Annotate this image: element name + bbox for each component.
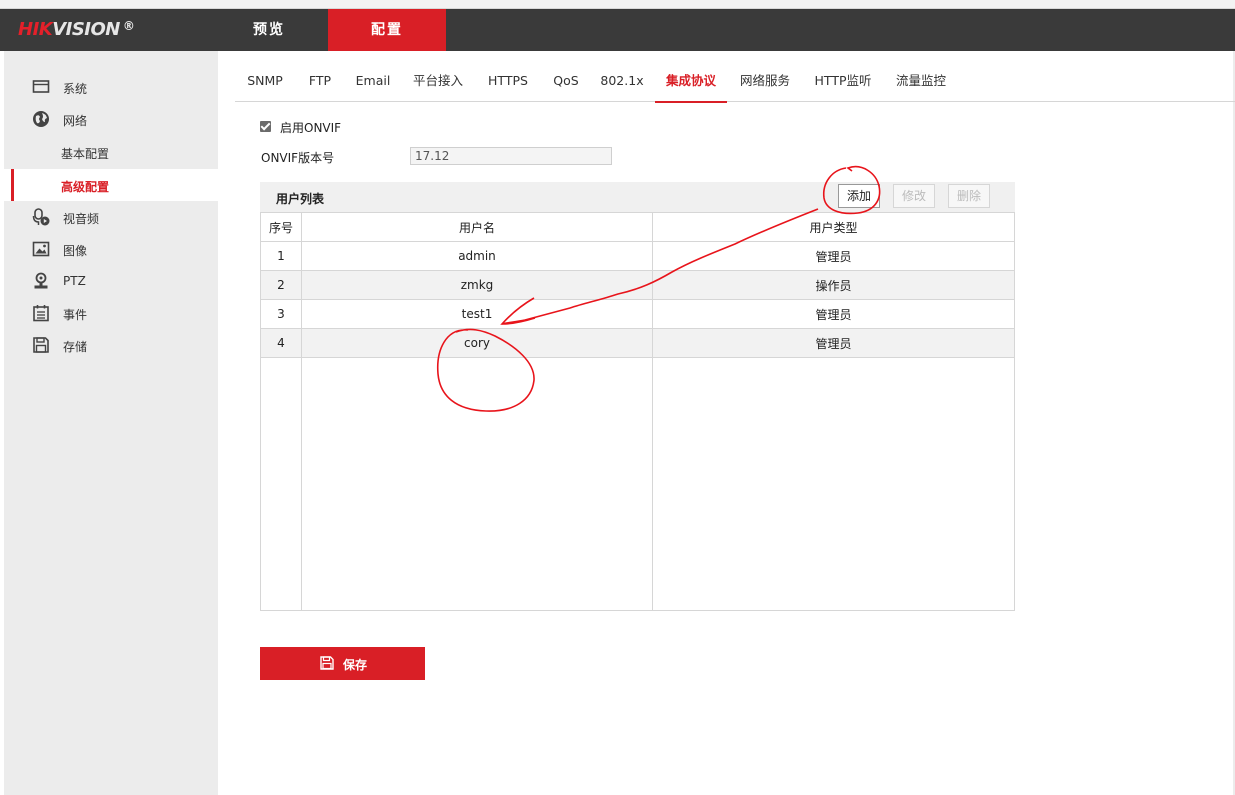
sidebar-item-label: PTZ: [63, 274, 86, 288]
sidebar-item-label: 事件: [63, 308, 88, 322]
sidebar: 系统 网络 基本配置 高级配置 视音频 图像 PTZ 事件 存储: [4, 51, 218, 795]
cell-usertype: 操作员: [652, 270, 1015, 300]
monitor-icon: [32, 80, 50, 93]
sidebar-item-system[interactable]: 系统: [4, 71, 218, 103]
sidebar-item-label: 存储: [63, 340, 88, 354]
enable-onvif-checkbox[interactable]: [260, 121, 271, 132]
sidebar-item-event[interactable]: 事件: [4, 297, 218, 329]
cell-usertype: 管理员: [652, 299, 1015, 329]
column-divider: [652, 358, 653, 610]
cell-username: test1: [301, 299, 653, 329]
tab-platform-access[interactable]: 平台接入: [401, 63, 475, 101]
cell-no: 3: [260, 299, 302, 329]
sidebar-item-storage[interactable]: 存储: [4, 329, 218, 361]
sidebar-item-label: 视音频: [63, 212, 100, 226]
sidebar-item-label: 图像: [63, 244, 88, 258]
table-empty-area: [260, 358, 1015, 611]
sidebar-item-basic-config[interactable]: 基本配置: [4, 136, 218, 168]
tab-traffic-monitor[interactable]: 流量监控: [885, 63, 957, 101]
tab-email[interactable]: Email: [345, 63, 401, 101]
onvif-version-field: 17.12: [410, 147, 612, 165]
floppy-icon: [33, 337, 49, 353]
table-row[interactable]: 3 test1 管理员: [260, 299, 1015, 329]
delete-user-button[interactable]: 删除: [948, 184, 990, 208]
column-header-usertype: 用户类型: [652, 212, 1015, 242]
tab-qos[interactable]: QoS: [541, 63, 591, 101]
sidebar-item-label: 基本配置: [61, 147, 110, 161]
table-header-row: 序号 用户名 用户类型: [260, 212, 1015, 242]
top-nav-preview[interactable]: 预览: [210, 9, 328, 51]
tab-integration-protocol[interactable]: 集成协议: [655, 63, 727, 103]
ptz-camera-icon: [34, 272, 48, 289]
sidebar-item-label: 高级配置: [61, 180, 110, 194]
column-divider: [301, 358, 302, 610]
top-bar: HIKVISION ® 预览 配置: [0, 9, 1235, 51]
column-header-username: 用户名: [301, 212, 653, 242]
user-table: 序号 用户名 用户类型 1 admin 管理员 2 zmkg 操作员 3 tes…: [260, 212, 1015, 358]
cell-usertype: 管理员: [652, 328, 1015, 358]
sidebar-item-video-audio[interactable]: 视音频: [4, 201, 218, 233]
sidebar-item-label: 网络: [63, 114, 88, 128]
add-user-button[interactable]: 添加: [838, 184, 880, 208]
tab-network-service[interactable]: 网络服务: [729, 63, 801, 101]
calendar-icon: [33, 305, 49, 322]
tab-ftp[interactable]: FTP: [295, 63, 345, 101]
floppy-icon: [320, 656, 334, 670]
column-header-no: 序号: [260, 212, 302, 242]
top-nav-config[interactable]: 配置: [328, 9, 446, 51]
save-button[interactable]: 保存: [260, 647, 425, 680]
globe-icon: [33, 111, 49, 127]
sidebar-item-ptz[interactable]: PTZ: [4, 265, 218, 297]
sidebar-item-network[interactable]: 网络: [4, 103, 218, 135]
protocol-tabs: SNMP FTP Email 平台接入 HTTPS QoS 802.1x 集成协…: [235, 63, 1235, 103]
hikvision-logo: HIKVISION ®: [18, 19, 135, 40]
sidebar-item-image[interactable]: 图像: [4, 233, 218, 265]
user-list-header: 用户列表 添加 修改 删除: [260, 182, 1015, 212]
top-nav: 预览 配置: [210, 9, 446, 51]
tab-8021x[interactable]: 802.1x: [591, 63, 653, 101]
table-row[interactable]: 2 zmkg 操作员: [260, 270, 1015, 300]
image-icon: [32, 241, 50, 257]
cell-username: admin: [301, 241, 653, 271]
tab-snmp[interactable]: SNMP: [235, 63, 295, 101]
save-button-label: 保存: [343, 658, 368, 672]
cell-usertype: 管理员: [652, 241, 1015, 271]
tab-http-listening[interactable]: HTTP监听: [807, 63, 879, 101]
browser-chrome-strip: [0, 0, 1235, 9]
enable-onvif-label: 启用ONVIF: [280, 121, 342, 135]
cell-username: zmkg: [301, 270, 653, 300]
tab-https[interactable]: HTTPS: [475, 63, 541, 101]
table-row[interactable]: 1 admin 管理员: [260, 241, 1015, 271]
user-list-title: 用户列表: [276, 192, 325, 206]
microphone-play-icon: [32, 208, 50, 226]
table-row[interactable]: 4 cory 管理员: [260, 328, 1015, 358]
edit-user-button[interactable]: 修改: [893, 184, 935, 208]
cell-no: 1: [260, 241, 302, 271]
cell-no: 2: [260, 270, 302, 300]
cell-no: 4: [260, 328, 302, 358]
sidebar-item-advanced-config[interactable]: 高级配置: [4, 169, 218, 201]
onvif-version-label: ONVIF版本号: [261, 151, 335, 165]
cell-username: cory: [301, 328, 653, 358]
sidebar-item-label: 系统: [63, 82, 88, 96]
